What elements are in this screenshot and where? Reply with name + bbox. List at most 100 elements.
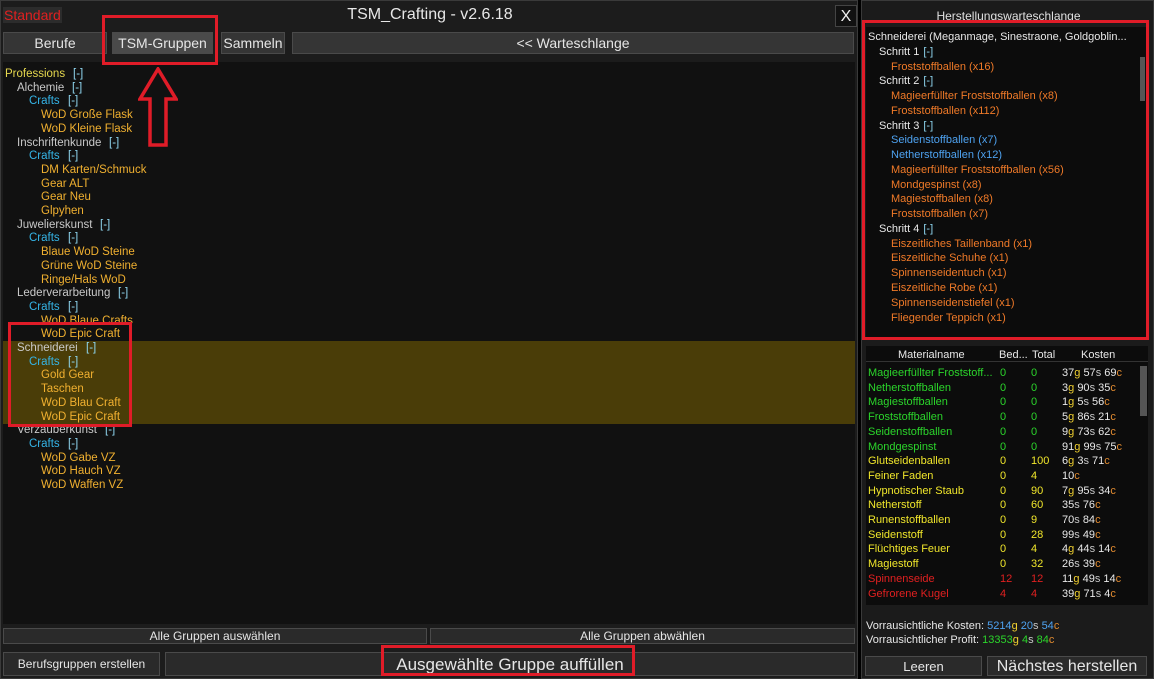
material-need: 4 xyxy=(1000,587,1007,600)
tree-row[interactable]: DM Karten/Schmuck xyxy=(3,163,855,177)
collapse-toggle[interactable]: [-] xyxy=(68,149,78,163)
arrow-up-icon xyxy=(138,67,178,147)
col-header-cost[interactable]: Kosten xyxy=(1081,349,1115,361)
tree-row[interactable]: Juwelierskunst [-] xyxy=(3,218,855,232)
tree-node-label[interactable]: Grüne WoD Steine xyxy=(41,259,137,273)
tree-row[interactable]: WoD Hauch VZ xyxy=(3,464,855,478)
collapse-toggle[interactable]: [-] xyxy=(73,67,83,81)
tree-row[interactable]: WoD Gabe VZ xyxy=(3,451,855,465)
tree-row[interactable]: Crafts [-] xyxy=(3,231,855,245)
deselect-all-groups-button[interactable]: Alle Gruppen abwählen xyxy=(430,628,855,644)
material-row[interactable]: Netherstoff 0 60 35s 76c xyxy=(866,498,1148,512)
tree-node-label[interactable]: Lederverarbeitung xyxy=(17,286,110,300)
material-row[interactable]: Feiner Faden 0 4 10c xyxy=(866,469,1148,483)
collapse-toggle[interactable]: [-] xyxy=(68,437,78,451)
close-button[interactable]: X xyxy=(835,5,857,27)
collapse-toggle[interactable]: [-] xyxy=(109,136,119,150)
queue-toggle-button[interactable]: << Warteschlange xyxy=(292,32,854,54)
craft-next-button[interactable]: Nächstes herstellen xyxy=(987,656,1147,676)
material-row[interactable]: Spinnenseide 12 12 11g 49s 14c xyxy=(866,572,1148,586)
material-row[interactable]: Runenstoffballen 0 9 70s 84c xyxy=(866,513,1148,527)
material-row[interactable]: Magiestoffballen 0 0 1g 5s 56c xyxy=(866,395,1148,409)
tree-row[interactable]: Crafts [-] xyxy=(3,149,855,163)
collapse-toggle[interactable]: [-] xyxy=(68,231,78,245)
tab-berufe[interactable]: Berufe xyxy=(3,32,107,54)
tree-row[interactable]: Crafts [-] xyxy=(3,94,855,108)
tree-node-label[interactable]: Alchemie xyxy=(17,81,64,95)
material-row[interactable]: Seidenstoffballen 0 0 9g 73s 62c xyxy=(866,425,1148,439)
tree-node-label[interactable]: Ringe/Hals WoD xyxy=(41,273,126,287)
tree-row[interactable]: Ringe/Hals WoD xyxy=(3,273,855,287)
tree-node-label[interactable]: Crafts xyxy=(29,149,60,163)
tree-node-label[interactable]: WoD Kleine Flask xyxy=(41,122,132,136)
col-header-name[interactable]: Materialname xyxy=(898,349,965,361)
tree-node-label[interactable]: WoD Waffen VZ xyxy=(41,478,123,492)
tree-row[interactable]: WoD Große Flask xyxy=(3,108,855,122)
tree-row[interactable]: Gear Neu xyxy=(3,190,855,204)
tree-node-label[interactable]: Juwelierskunst xyxy=(17,218,92,232)
material-cost: 35s 76c xyxy=(1062,498,1101,512)
select-all-groups-button[interactable]: Alle Gruppen auswählen xyxy=(3,628,427,644)
tree-node-label[interactable]: WoD Hauch VZ xyxy=(41,464,121,478)
material-row[interactable]: Gefrorene Kugel 4 4 39g 71s 4c xyxy=(866,587,1148,601)
tree-node-label[interactable]: Inschriftenkunde xyxy=(17,136,101,150)
tree-row[interactable]: Lederverarbeitung [-] xyxy=(3,286,855,300)
clear-queue-button[interactable]: Leeren xyxy=(865,656,982,676)
cost-s-unit: s xyxy=(1074,499,1080,512)
tree-row[interactable]: Crafts [-] xyxy=(3,300,855,314)
tree-node-label[interactable]: Crafts xyxy=(29,300,60,314)
material-row[interactable]: Froststoffballen 0 0 5g 86s 21c xyxy=(866,410,1148,424)
material-row[interactable]: Seidenstoff 0 28 99s 49c xyxy=(866,528,1148,542)
material-row[interactable]: Mondgespinst 0 0 91g 99s 75c xyxy=(866,440,1148,454)
tree-row[interactable]: Alchemie [-] xyxy=(3,81,855,95)
tree-node-label[interactable]: Professions xyxy=(5,67,65,81)
collapse-toggle[interactable]: [-] xyxy=(68,300,78,314)
tree-row[interactable]: WoD Kleine Flask xyxy=(3,122,855,136)
material-row[interactable]: Netherstoffballen 0 0 3g 90s 35c xyxy=(866,381,1148,395)
highlight-selected-group xyxy=(8,322,132,427)
tree-row[interactable]: Gear ALT xyxy=(3,177,855,191)
material-row[interactable]: Magiestoff 0 32 26s 39c xyxy=(866,557,1148,571)
cost-s-value: 35 xyxy=(1062,499,1075,512)
tree-row[interactable]: Grüne WoD Steine xyxy=(3,259,855,273)
tree-node-label[interactable]: WoD Große Flask xyxy=(41,108,133,122)
material-total: 90 xyxy=(1031,484,1044,497)
tree-node-label[interactable]: Crafts xyxy=(29,94,60,108)
tree-node-label[interactable]: Gear ALT xyxy=(41,177,89,191)
tree-node-label[interactable]: WoD Gabe VZ xyxy=(41,451,116,465)
cost-c-unit: c xyxy=(1110,587,1116,600)
tree-node-label[interactable]: DM Karten/Schmuck xyxy=(41,163,146,177)
tree-node-label[interactable]: Blaue WoD Steine xyxy=(41,245,135,259)
material-cost: 4g 44s 14c xyxy=(1062,542,1116,556)
tree-node-label[interactable]: Gear Neu xyxy=(41,190,91,204)
tree-row[interactable]: Professions [-] xyxy=(3,67,855,81)
material-row[interactable]: Flüchtiges Feuer 0 4 4g 44s 14c xyxy=(866,542,1148,556)
material-row[interactable]: Hypnotischer Staub 0 90 7g 95s 34c xyxy=(866,484,1148,498)
cost-c-unit: c xyxy=(1074,469,1080,482)
material-row[interactable]: Magieerfüllter Froststoff... 0 0 37g 57s 69… xyxy=(866,366,1148,380)
create-profession-groups-button[interactable]: Berufsgruppen erstellen xyxy=(3,652,160,676)
tree-row[interactable]: Glpyhen xyxy=(3,204,855,218)
tree-row[interactable]: Blaue WoD Steine xyxy=(3,245,855,259)
col-header-total[interactable]: Total xyxy=(1032,349,1055,361)
tree-node-label[interactable]: Crafts xyxy=(29,231,60,245)
cost-g-unit: g xyxy=(1073,572,1080,585)
cost-c-value: 84 xyxy=(1082,514,1096,526)
material-row[interactable]: Glutseidenballen 0 100 6g 3s 71c xyxy=(866,454,1148,468)
cost-s-value: 73 xyxy=(1077,425,1090,438)
cost-c-value: 39 xyxy=(1082,558,1096,571)
tab-sammeln[interactable]: Sammeln xyxy=(221,32,285,54)
tree-row[interactable]: Inschriftenkunde [-] xyxy=(3,136,855,150)
tree-row[interactable]: Crafts [-] xyxy=(3,437,855,451)
material-cost: 6g 3s 71c xyxy=(1062,454,1110,468)
collapse-toggle[interactable]: [-] xyxy=(68,94,78,108)
tree-node-label[interactable]: Crafts xyxy=(29,437,60,451)
collapse-toggle[interactable]: [-] xyxy=(118,286,128,300)
collapse-toggle[interactable]: [-] xyxy=(72,81,82,95)
collapse-toggle[interactable]: [-] xyxy=(100,218,110,232)
tree-row[interactable]: WoD Waffen VZ xyxy=(3,478,855,492)
col-header-need[interactable]: Bed... xyxy=(999,349,1028,361)
cost-c-value: 56 xyxy=(1092,396,1105,409)
tree-node-label[interactable]: Glpyhen xyxy=(41,204,84,218)
material-total: 100 xyxy=(1031,455,1050,468)
